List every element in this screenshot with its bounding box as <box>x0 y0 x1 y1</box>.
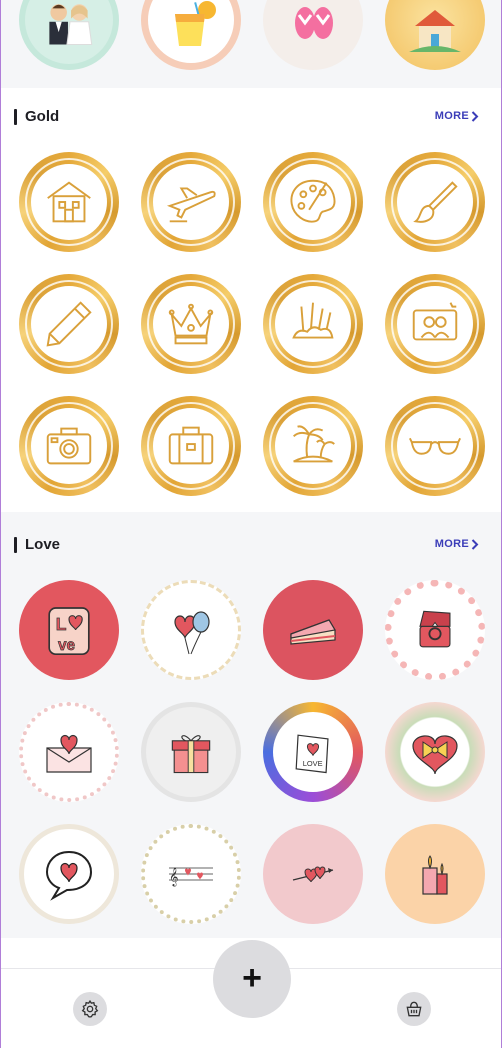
more-label: MORE <box>434 538 469 550</box>
svg-text:ve: ve <box>58 637 76 654</box>
heart-balloon-icon[interactable] <box>141 580 241 680</box>
pencil-icon[interactable] <box>19 274 119 374</box>
gear-icon <box>81 999 99 1018</box>
gold-section: Gold MORE <box>1 88 501 512</box>
previous-section-row <box>1 0 501 86</box>
photo-frame-icon[interactable] <box>385 274 485 374</box>
music-hearts-icon[interactable]: 𝄞 <box>141 824 241 924</box>
cake-slice-icon[interactable] <box>263 580 363 680</box>
art-supplies-icon[interactable] <box>263 274 363 374</box>
chevron-right-icon <box>471 110 479 122</box>
airplane-icon[interactable] <box>141 152 241 252</box>
love-section-header: Love MORE <box>1 526 501 566</box>
section-marker <box>14 537 17 553</box>
plus-icon: + <box>242 958 262 997</box>
add-button[interactable]: + <box>213 940 291 1018</box>
heart-bow-icon[interactable] <box>385 702 485 802</box>
crown-icon[interactable] <box>141 274 241 374</box>
svg-text:𝄞: 𝄞 <box>169 867 178 887</box>
ring-box-icon[interactable] <box>385 580 485 680</box>
svg-text:LOVE: LOVE <box>303 759 323 768</box>
gold-more-link[interactable]: MORE <box>435 110 479 122</box>
shop-button[interactable] <box>397 992 431 1026</box>
love-letter-icon[interactable] <box>19 702 119 802</box>
gold-section-header: Gold MORE <box>1 98 501 138</box>
love-text-icon[interactable]: L ve <box>19 580 119 680</box>
wedding-couple-icon[interactable] <box>19 0 119 70</box>
paintbrush-icon[interactable] <box>385 152 485 252</box>
candle-hearts-icon[interactable] <box>385 824 485 924</box>
house-icon[interactable] <box>19 152 119 252</box>
app-frame: Gold MORE Love MORE L ve LOVE 𝄞 + <box>0 0 502 1048</box>
heart-speech-bubble-icon[interactable] <box>19 824 119 924</box>
chevron-right-icon <box>471 538 479 550</box>
more-label: MORE <box>434 110 469 122</box>
settings-button[interactable] <box>73 992 107 1026</box>
love-more-link[interactable]: MORE <box>435 538 479 550</box>
cocktail-drink-icon[interactable] <box>141 0 241 70</box>
svg-text:L: L <box>56 614 67 634</box>
paint-palette-icon[interactable] <box>263 152 363 252</box>
love-section: Love MORE L ve LOVE 𝄞 <box>1 516 501 938</box>
arrow-hearts-icon[interactable] <box>263 824 363 924</box>
palm-island-icon[interactable] <box>263 396 363 496</box>
camera-icon[interactable] <box>19 396 119 496</box>
section-title: Gold <box>25 108 60 125</box>
house-icon[interactable] <box>385 0 485 70</box>
gift-box-icon[interactable] <box>141 702 241 802</box>
suitcase-icon[interactable] <box>141 396 241 496</box>
section-title: Love <box>25 536 61 553</box>
sunglasses-icon[interactable] <box>385 396 485 496</box>
section-marker <box>14 109 17 125</box>
flip-flops-icon[interactable] <box>263 0 363 70</box>
love-card-icon[interactable]: LOVE <box>263 702 363 802</box>
basket-icon <box>406 1001 422 1017</box>
